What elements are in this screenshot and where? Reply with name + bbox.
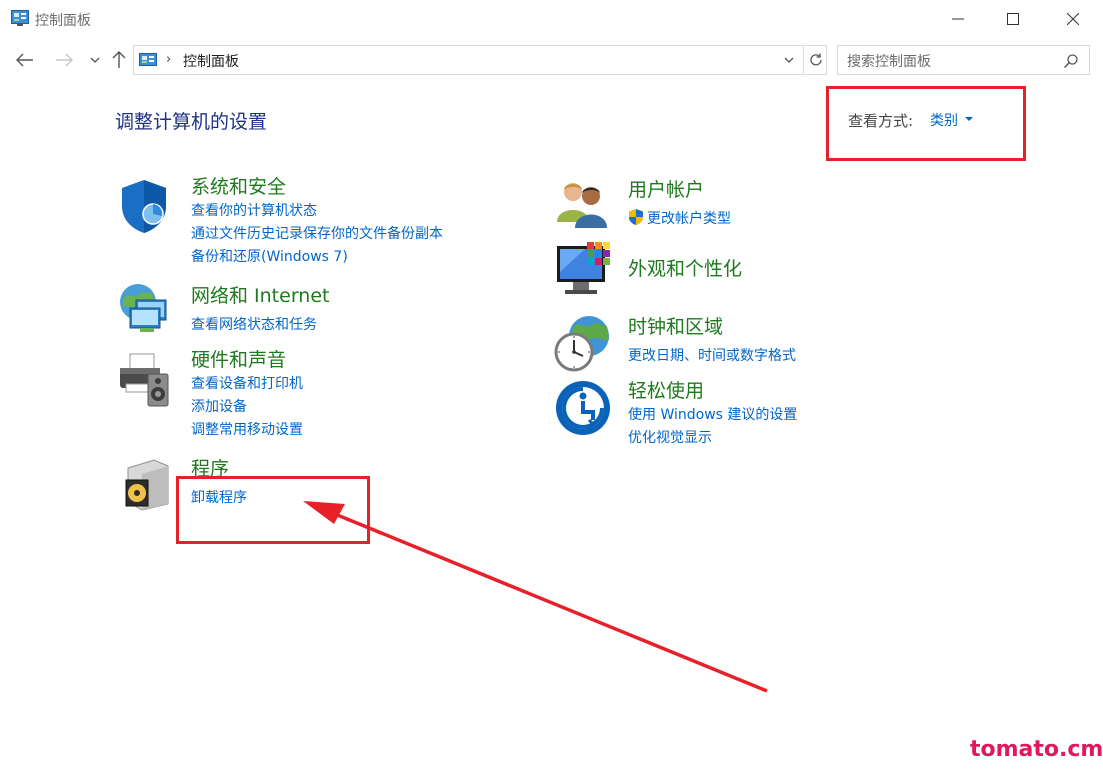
watermark: tomato.cm <box>970 737 1103 762</box>
annotation-arrow <box>303 501 768 693</box>
